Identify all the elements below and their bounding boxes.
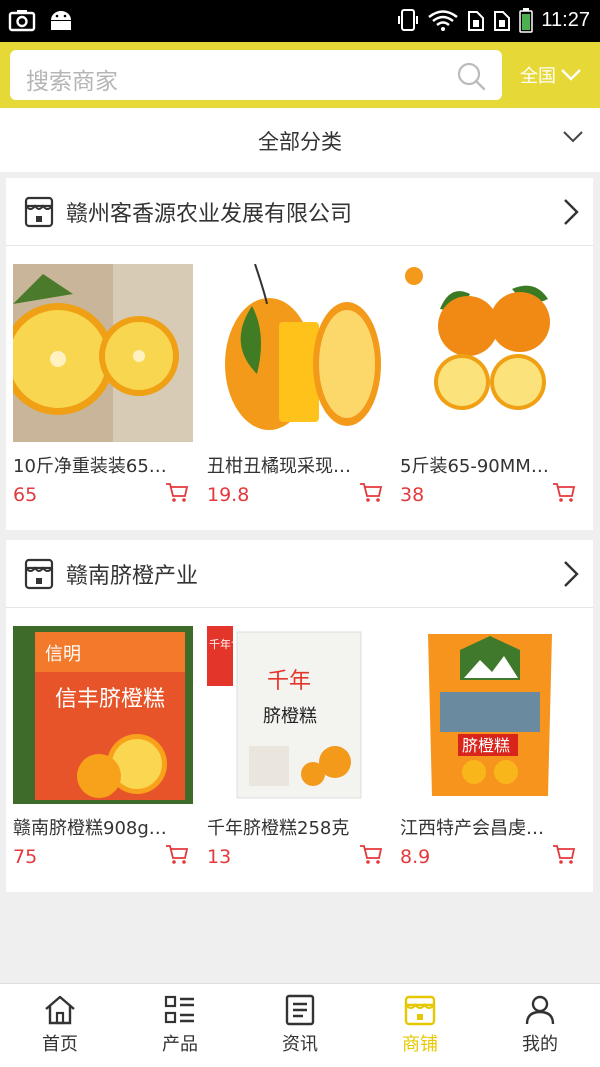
package-title-text: 信丰脐橙糕 bbox=[55, 686, 165, 711]
search-bar: 搜索商家 全国 bbox=[0, 42, 600, 108]
shop-card: 赣州客香源农业发展有限公司 10斤净重装装65… 65 丑柑丑橘现采现… 19.… bbox=[6, 178, 593, 530]
nav-item-products[interactable]: 产品 bbox=[120, 984, 240, 1067]
shop-name: 赣州客香源农业发展有限公司 bbox=[66, 202, 353, 227]
nav-item-profile[interactable]: 我的 bbox=[480, 984, 600, 1067]
product-card[interactable]: 丑柑丑橘现采现… 19.8 bbox=[207, 264, 387, 506]
vibrate-icon bbox=[398, 9, 419, 31]
product-image[interactable]: 信明 信丰脐橙糕 bbox=[13, 626, 193, 804]
nav-label: 我的 bbox=[522, 1034, 558, 1055]
chevron-down-icon bbox=[561, 69, 581, 81]
grid-list-icon bbox=[164, 995, 194, 1024]
product-name: 10斤净重装装65… bbox=[13, 456, 167, 477]
product-card[interactable]: 千年食品 千年 脐橙糕 千年脐橙糕258克 13 bbox=[207, 626, 387, 868]
nav-item-stores[interactable]: 商铺 bbox=[360, 984, 480, 1067]
product-name: 丑柑丑橘现采现… bbox=[207, 456, 351, 477]
status-bar: 11:27 bbox=[0, 0, 600, 42]
store-icon bbox=[404, 995, 436, 1026]
product-image[interactable]: 脐橙糕 bbox=[400, 626, 580, 804]
category-label: 全部分类 bbox=[258, 130, 342, 154]
package-title-text: 脐橙糕 bbox=[462, 737, 510, 755]
shop-header[interactable]: 赣州客香源农业发展有限公司 bbox=[6, 178, 593, 246]
shop-header[interactable]: 赣南脐橙产业 bbox=[6, 540, 593, 608]
product-image[interactable] bbox=[13, 264, 193, 442]
search-placeholder: 搜索商家 bbox=[26, 69, 118, 95]
product-name: 江西特产会昌虔… bbox=[400, 818, 544, 839]
product-name: 赣南脐橙糕908g… bbox=[13, 818, 167, 839]
search-icon[interactable] bbox=[456, 61, 486, 91]
region-label: 全国 bbox=[520, 66, 556, 87]
product-name: 5斤装65-90MM… bbox=[400, 456, 549, 477]
product-name: 千年脐橙糕258克 bbox=[207, 818, 350, 839]
nav-label: 产品 bbox=[162, 1034, 198, 1055]
chevron-down-icon bbox=[563, 131, 583, 143]
product-card[interactable]: 5斤装65-90MM… 38 bbox=[400, 264, 580, 506]
screenshot-icon bbox=[8, 10, 36, 32]
shop-card: 赣南脐橙产业 信明 信丰脐橙糕 赣南脐橙糕908g… 75 千年食品 千年 脐橙… bbox=[6, 540, 593, 892]
nav-item-home[interactable]: 首页 bbox=[0, 984, 120, 1067]
nav-label: 首页 bbox=[42, 1034, 78, 1055]
cart-icon[interactable] bbox=[359, 844, 383, 866]
search-input[interactable]: 搜索商家 bbox=[10, 50, 502, 100]
clock: 11:27 bbox=[541, 8, 590, 31]
user-icon bbox=[525, 995, 555, 1025]
product-card[interactable]: 脐橙糕 江西特产会昌虔… 8.9 bbox=[400, 626, 580, 868]
home-icon bbox=[45, 995, 75, 1025]
package-title-text: 脐橙糕 bbox=[263, 706, 317, 726]
nav-item-news[interactable]: 资讯 bbox=[240, 984, 360, 1067]
cart-icon[interactable] bbox=[552, 482, 576, 504]
shop-name: 赣南脐橙产业 bbox=[66, 564, 199, 589]
battery-icon bbox=[519, 8, 534, 33]
android-icon bbox=[51, 11, 71, 30]
cart-icon[interactable] bbox=[165, 844, 189, 866]
chevron-right-icon[interactable] bbox=[563, 198, 579, 226]
store-icon bbox=[24, 558, 54, 590]
category-filter[interactable]: 全部分类 bbox=[0, 108, 600, 172]
news-icon bbox=[285, 994, 315, 1026]
product-image[interactable] bbox=[400, 264, 580, 442]
cart-icon[interactable] bbox=[165, 482, 189, 504]
cart-icon[interactable] bbox=[552, 844, 576, 866]
package-logo-text: 千年 bbox=[267, 668, 311, 693]
product-image[interactable] bbox=[207, 264, 387, 442]
product-card[interactable]: 10斤净重装装65… 65 bbox=[13, 264, 193, 506]
sim2-icon bbox=[494, 11, 511, 31]
chevron-right-icon[interactable] bbox=[563, 560, 579, 588]
region-selector[interactable]: 全国 bbox=[520, 62, 582, 88]
wifi-icon bbox=[428, 10, 459, 31]
bottom-navigation: 首页 产品 资讯 商铺 我的 bbox=[0, 983, 600, 1067]
nav-label: 资讯 bbox=[282, 1034, 318, 1055]
cart-icon[interactable] bbox=[359, 482, 383, 504]
nav-label: 商铺 bbox=[402, 1034, 438, 1055]
sim1-icon bbox=[468, 11, 485, 31]
store-icon bbox=[24, 196, 54, 228]
product-card[interactable]: 信明 信丰脐橙糕 赣南脐橙糕908g… 75 bbox=[13, 626, 193, 868]
product-image[interactable]: 千年食品 千年 脐橙糕 bbox=[207, 626, 387, 804]
package-brand-text: 信明 bbox=[45, 644, 81, 664]
